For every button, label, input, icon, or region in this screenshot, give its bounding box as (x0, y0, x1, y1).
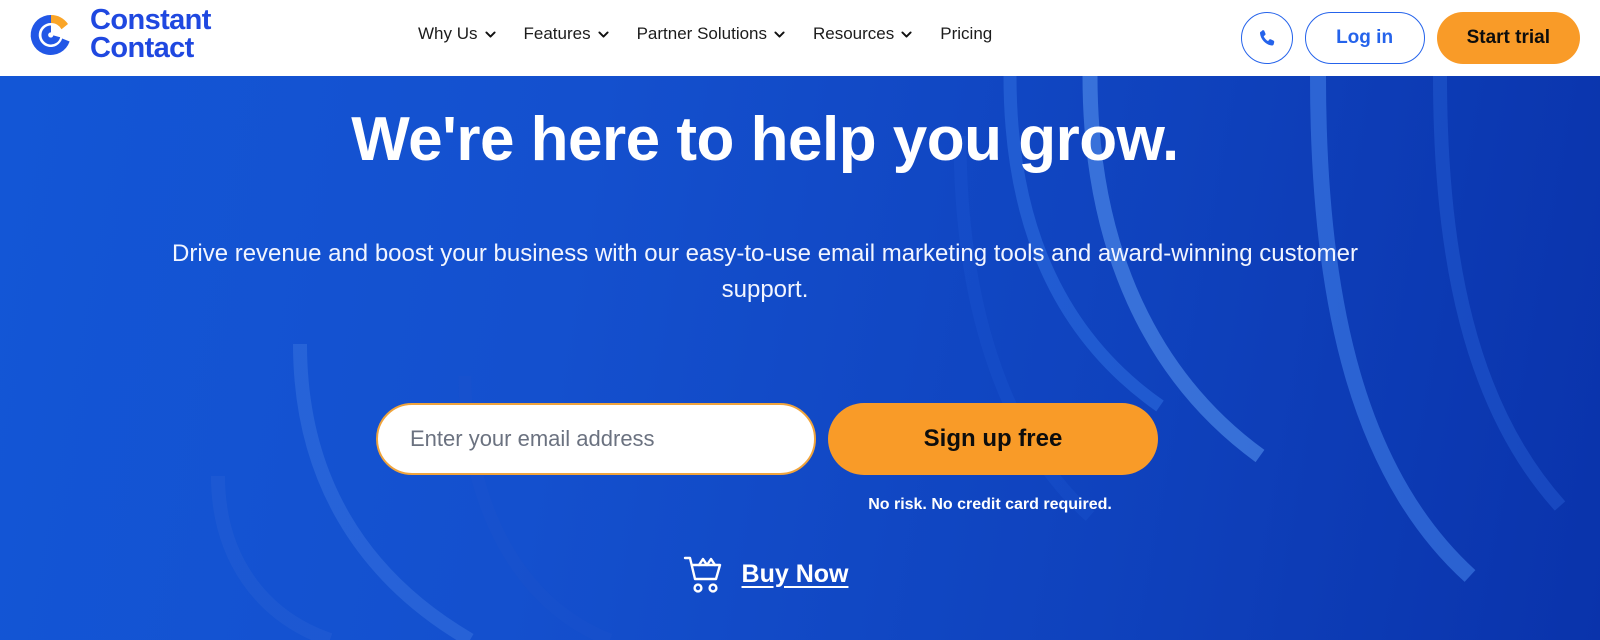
brand-logo[interactable]: Constant Contact (22, 6, 211, 64)
nav-item-pricing[interactable]: Pricing (940, 24, 992, 44)
nav-label: Partner Solutions (636, 24, 767, 43)
buy-now-link[interactable]: Buy Now (0, 553, 1530, 595)
signup-form: Sign up free (376, 403, 1158, 475)
start-trial-label: Start trial (1466, 27, 1550, 48)
constant-contact-logo-icon (30, 14, 70, 55)
nav-label: Features (523, 24, 591, 43)
hero-subtitle: Drive revenue and boost your business wi… (172, 240, 1358, 303)
no-risk-disclaimer: No risk. No credit card required. (868, 496, 1112, 513)
header-actions: Log in Start trial (1240, 12, 1580, 64)
login-button[interactable]: Log in (1304, 12, 1425, 64)
chevron-down-icon (774, 31, 785, 38)
start-trial-button[interactable]: Start trial (1436, 12, 1580, 64)
chevron-down-icon (484, 31, 496, 38)
phone-button[interactable] (1240, 12, 1293, 64)
nav-item-why-us[interactable]: Why Us (418, 24, 496, 44)
login-label: Log in (1336, 27, 1394, 48)
brand-line-2: Contact (90, 32, 194, 64)
hero-section: We're here to help you grow. Drive reven… (0, 76, 1600, 640)
signup-free-button[interactable]: Sign up free (828, 403, 1158, 475)
main-navigation: Why Us Features Partner Solutions Resour… (418, 24, 992, 44)
nav-label: Pricing (940, 24, 993, 43)
chevron-down-icon (901, 31, 912, 38)
nav-item-resources[interactable]: Resources (813, 24, 912, 44)
nav-item-partner-solutions[interactable]: Partner Solutions (637, 24, 785, 44)
brand-wordmark: Constant Contact (90, 4, 211, 64)
site-header: Constant Contact Why Us Features Partner… (0, 0, 1600, 76)
hero-content: We're here to help you grow. Drive reven… (0, 76, 1600, 640)
email-input[interactable] (376, 403, 816, 475)
chevron-down-icon (598, 31, 609, 38)
landing-page: Constant Contact Why Us Features Partner… (0, 0, 1600, 640)
nav-item-features[interactable]: Features (524, 24, 609, 44)
nav-label: Why Us (418, 24, 478, 43)
shopping-cart-icon (683, 556, 721, 593)
phone-icon (1259, 30, 1274, 46)
buy-now-label: Buy Now (741, 559, 849, 588)
brand-line-1: Constant (90, 4, 211, 37)
nav-label: Resources (813, 24, 895, 43)
hero-title: We're here to help you grow. (351, 105, 1179, 174)
